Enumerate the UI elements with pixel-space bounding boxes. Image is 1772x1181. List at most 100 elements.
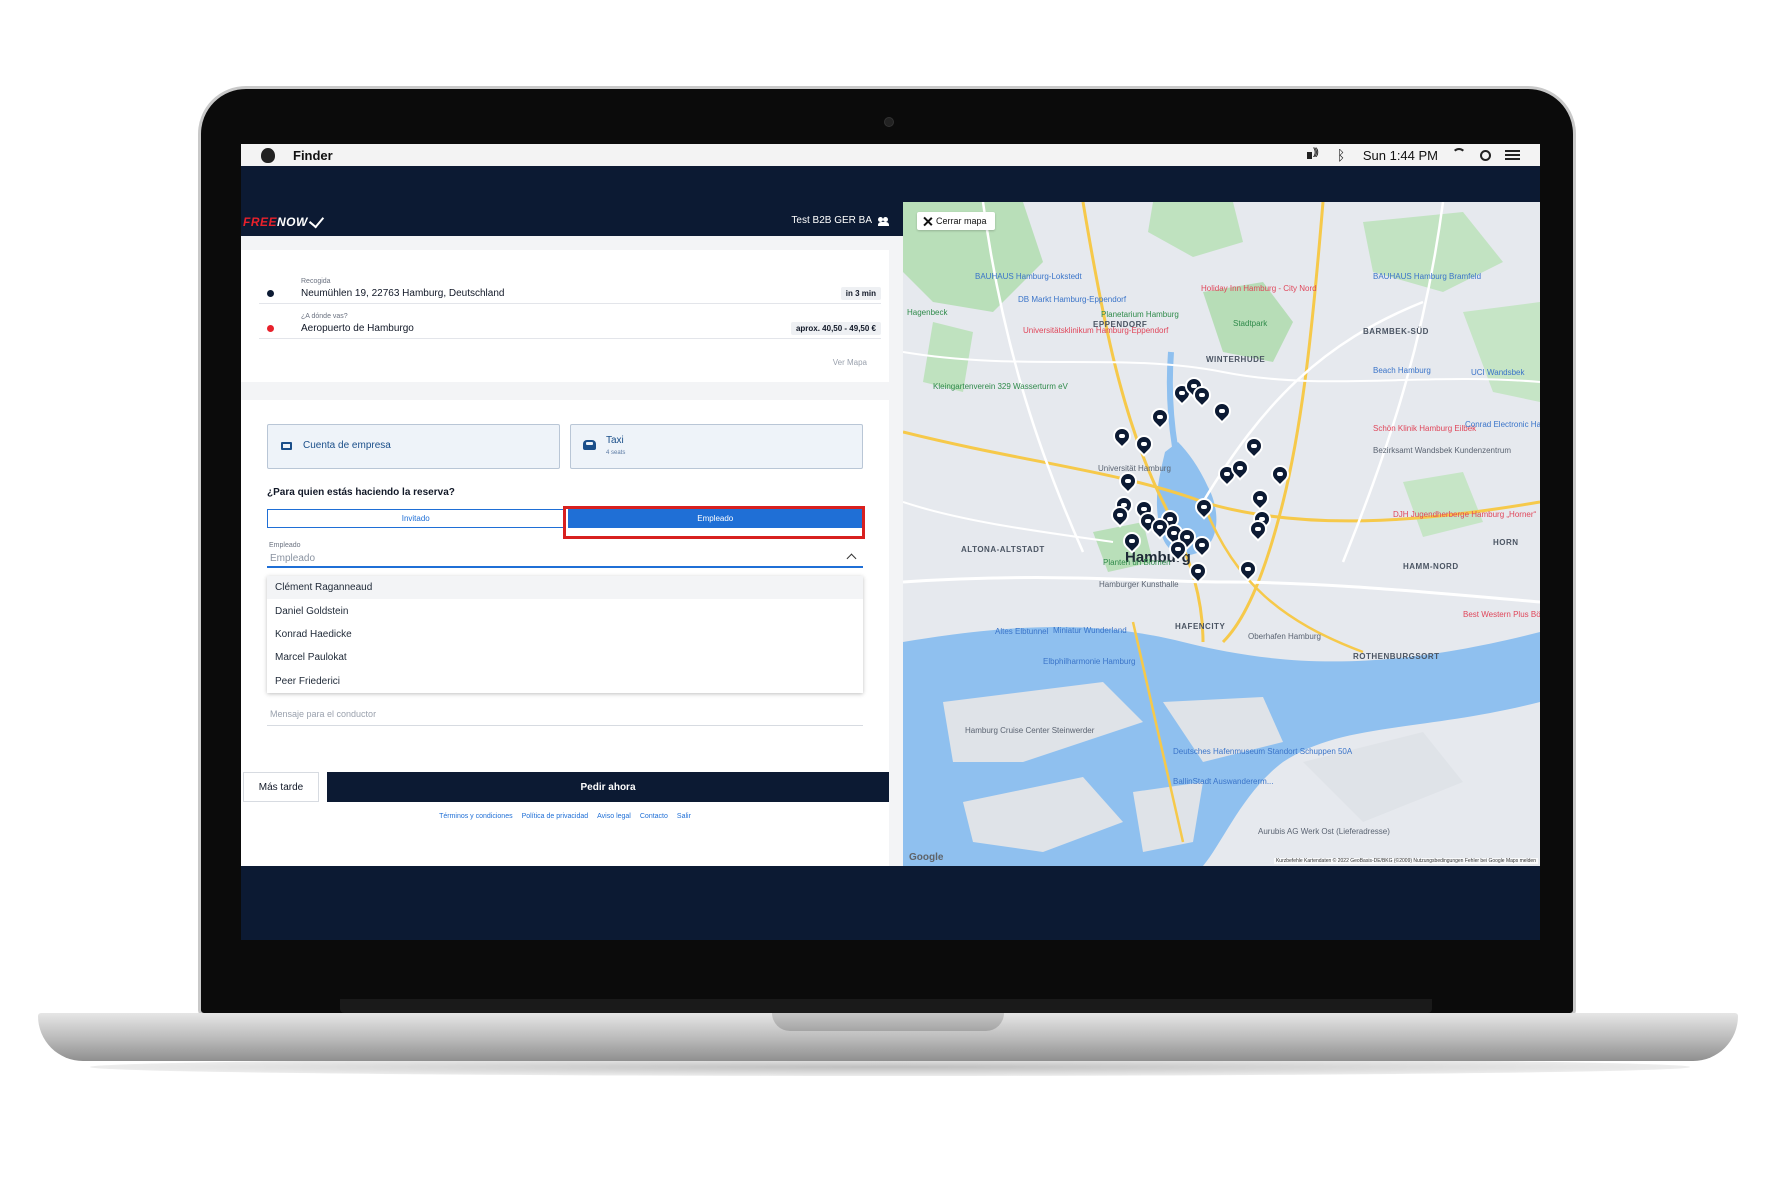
booking-panel: Recogida Neumühlen 19, 22763 Hamburg, De…	[241, 236, 903, 866]
employee-search-input[interactable]	[267, 551, 863, 568]
book-later-button[interactable]: Más tarde	[243, 772, 319, 802]
car-icon	[583, 440, 596, 450]
destination-dot-icon	[267, 325, 274, 332]
map-poi[interactable]: Bezirksamt Wandsbek Kundenzentrum	[1373, 446, 1511, 455]
map-poi[interactable]: BallinStadt Auswandererm...	[1173, 777, 1274, 786]
employee-option[interactable]: Clément Raganneaud	[267, 576, 863, 600]
map-poi[interactable]: Deutsches Hafenmuseum Standort Schuppen …	[1173, 747, 1352, 756]
footer-links: Términos y condiciones Política de priva…	[241, 813, 889, 820]
map-poi[interactable]: Hagenbeck	[907, 308, 947, 317]
map-poi[interactable]: Elbphilharmonie Hamburg	[1043, 657, 1136, 666]
freenow-logo[interactable]: FREENOW	[243, 212, 324, 229]
vehicle-type-label: Taxi	[606, 435, 624, 446]
legal-notice-link[interactable]: Aviso legal	[597, 813, 631, 820]
laptop-mockup: Finder Sun 1:44 PM FREENOW Test B2B GER …	[0, 0, 1772, 1181]
map-poi[interactable]: Universitätsklinikum Hamburg-Eppendorf	[1023, 326, 1168, 335]
destination-row[interactable]: ¿A dónde vas? Aeropuerto de Hamburgo apr…	[259, 309, 881, 339]
menubar-clock[interactable]: Sun 1:44 PM	[1363, 148, 1438, 163]
contact-link[interactable]: Contacto	[640, 813, 668, 820]
map-poi[interactable]: BAUHAUS Hamburg-Lokstedt	[975, 272, 1082, 281]
logout-link[interactable]: Salir	[677, 813, 691, 820]
users-icon	[878, 216, 889, 226]
google-logo[interactable]: Google	[909, 852, 943, 863]
map-poi[interactable]: Stadtpark	[1233, 319, 1267, 328]
map-poi[interactable]: Universität Hamburg	[1098, 464, 1171, 473]
employee-field-label: Empleado	[269, 542, 301, 549]
employee-dropdown: Clément Raganneaud Daniel Goldstein Konr…	[267, 576, 863, 693]
spotlight-search-icon[interactable]	[1480, 149, 1491, 161]
map-district-label: BARMBEK-SÜD	[1363, 327, 1429, 336]
employee-option[interactable]: Konrad Haedicke	[267, 623, 863, 646]
close-map-label: Cerrar mapa	[936, 216, 987, 226]
wallet-icon	[281, 442, 292, 450]
menubar-status-area: Sun 1:44 PM	[1306, 147, 1520, 163]
vehicle-seats: 4 seats	[606, 450, 626, 456]
pickup-row[interactable]: Recogida Neumühlen 19, 22763 Hamburg, De…	[259, 274, 881, 304]
booking-for-question: ¿Para quien estás haciendo la reserva?	[267, 487, 455, 498]
map-poi[interactable]: BAUHAUS Hamburg Bramfeld	[1373, 272, 1481, 281]
map-poi[interactable]: Planten un Blomen	[1103, 558, 1171, 567]
app-header: FREENOW Test B2B GER BA	[241, 202, 903, 236]
map-poi[interactable]: Beach Hamburg	[1373, 366, 1431, 375]
map-poi[interactable]: Planetarium Hamburg	[1101, 310, 1179, 319]
privacy-link[interactable]: Política de privacidad	[522, 813, 589, 820]
bluetooth-icon[interactable]	[1335, 147, 1349, 163]
map-poi[interactable]: UCI Wandsbek	[1471, 368, 1525, 377]
booking-details-card: Cuenta de empresa Taxi 4 seats ¿Para qui…	[241, 400, 889, 866]
map-view[interactable]: Cerrar mapa Hamburg WINTERHUDE ALTONA-AL…	[903, 202, 1540, 866]
vehicle-type-option[interactable]: Taxi 4 seats	[570, 424, 863, 469]
pickup-address: Neumühlen 19, 22763 Hamburg, Deutschland	[301, 288, 505, 299]
logo-now: NOW	[277, 215, 308, 229]
map-district-label: WINTERHUDE	[1206, 355, 1266, 364]
view-map-link[interactable]: Ver Mapa	[833, 358, 867, 367]
map-poi[interactable]: Schön Klinik Hamburg Eilbek	[1373, 424, 1476, 433]
map-district-label: HAMM-NORD	[1403, 562, 1459, 571]
apple-icon[interactable]	[261, 147, 275, 163]
map-poi[interactable]: Aurubis AG Werk Ost (Lieferadresse)	[1258, 827, 1390, 836]
account-name: Test B2B GER BA	[791, 215, 872, 226]
highlight-annotation	[563, 506, 865, 539]
payment-method-option[interactable]: Cuenta de empresa	[267, 424, 560, 469]
menubar-app-name[interactable]: Finder	[293, 148, 333, 163]
map-poi[interactable]: Conrad Electronic Hamburg	[1465, 420, 1540, 429]
pickup-dot-icon	[267, 290, 274, 297]
order-now-button[interactable]: Pedir ahora	[327, 772, 889, 802]
map-poi[interactable]: Hamburg Cruise Center Steinwerder	[965, 726, 1094, 735]
map-canvas	[903, 202, 1540, 866]
employee-option[interactable]: Daniel Goldstein	[267, 599, 863, 622]
pickup-eta-badge: in 3 min	[840, 287, 881, 300]
destination-address: Aeropuerto de Hamburgo	[301, 323, 414, 334]
account-menu[interactable]: Test B2B GER BA	[791, 215, 889, 226]
map-district-label: HORN	[1493, 538, 1519, 547]
map-poi[interactable]: Hamburger Kunsthalle	[1099, 580, 1179, 589]
laptop-hinge	[340, 999, 1432, 1013]
guest-toggle-button[interactable]: Invitado	[267, 509, 565, 528]
map-poi[interactable]: Altes Elbtunnel	[995, 627, 1048, 636]
map-poi[interactable]: Kleingartenverein 329 Wasserturm eV	[933, 382, 1068, 391]
map-poi[interactable]: DJH Jugendherberge Hamburg „Horner“	[1393, 510, 1536, 519]
map-poi[interactable]: Holiday Inn Hamburg - City Nord	[1201, 284, 1317, 293]
logo-check-icon	[308, 212, 324, 229]
map-attribution[interactable]: Kurzbefehle Kartendaten © 2022 GeoBasis-…	[1273, 858, 1538, 864]
destination-label: ¿A dónde vas?	[301, 313, 348, 320]
map-poi[interactable]: Oberhafen Hamburg	[1248, 632, 1321, 641]
payment-method-label: Cuenta de empresa	[303, 440, 391, 451]
route-card: Recogida Neumühlen 19, 22763 Hamburg, De…	[241, 250, 889, 382]
notification-center-icon[interactable]	[1505, 150, 1520, 160]
map-poi[interactable]: Best Western Plus Böttcherhof Hamburg	[1463, 610, 1540, 619]
screen: Finder Sun 1:44 PM FREENOW Test B2B GER …	[241, 144, 1540, 940]
driver-message-input[interactable]: Mensaje para el conductor	[267, 706, 863, 726]
terms-link[interactable]: Términos y condiciones	[439, 813, 513, 820]
laptop-notch	[772, 1013, 1004, 1031]
map-poi[interactable]: Miniatur Wunderland	[1053, 626, 1127, 635]
employee-option[interactable]: Peer Friederici	[267, 670, 863, 693]
map-district-label: HAFENCITY	[1175, 622, 1226, 631]
map-poi[interactable]: DB Markt Hamburg-Eppendorf	[1018, 295, 1126, 304]
map-district-label: ALTONA-ALTSTADT	[961, 545, 1045, 554]
volume-icon[interactable]	[1306, 147, 1321, 162]
webcam	[884, 117, 894, 127]
close-map-button[interactable]: Cerrar mapa	[917, 212, 995, 230]
pickup-label: Recogida	[301, 278, 331, 285]
employee-option[interactable]: Marcel Paulokat	[267, 646, 863, 669]
wifi-icon[interactable]	[1452, 148, 1466, 162]
